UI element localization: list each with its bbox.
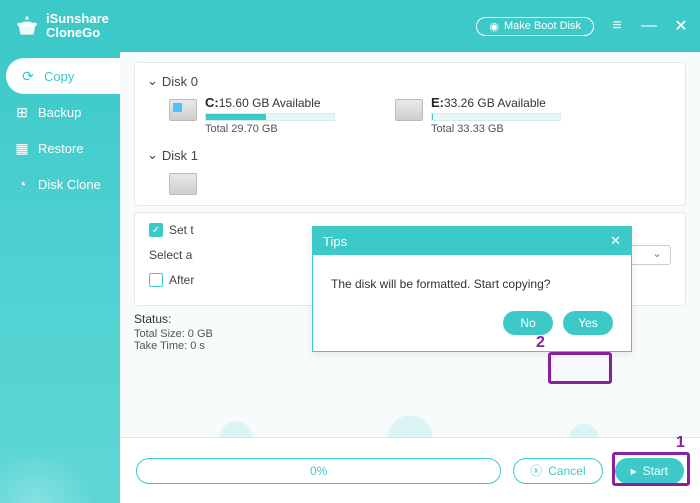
checkbox-after[interactable] — [149, 273, 163, 287]
set-label: Set t — [169, 223, 194, 237]
annotation-box-2 — [548, 352, 612, 384]
disk-list: ⌄ Disk 0 C:15.60 GB Available Total 29.7… — [134, 62, 686, 206]
dialog-close-icon[interactable]: ✕ — [610, 233, 621, 249]
select-label: Select a — [149, 248, 192, 262]
partition-c[interactable]: C:15.60 GB Available Total 29.70 GB — [169, 95, 335, 135]
progress-bar: 0% — [136, 458, 501, 484]
minimize-icon[interactable]: — — [640, 17, 658, 35]
titlebar: iSunshare CloneGo ◉ Make Boot Disk ≡ — ✕ — [0, 0, 700, 52]
make-boot-disk-button[interactable]: ◉ Make Boot Disk — [476, 17, 594, 36]
disk-icon: ◔ — [14, 176, 30, 192]
partition-e[interactable]: E:33.26 GB Available Total 33.33 GB — [395, 95, 561, 135]
dialog-yes-button[interactable]: Yes — [563, 311, 613, 335]
windows-drive-icon — [169, 99, 197, 121]
annotation-label-1: 1 — [676, 434, 685, 452]
sidebar-item-restore[interactable]: ▦ Restore — [0, 130, 120, 166]
annotation-label-2: 2 — [536, 334, 545, 352]
chevron-down-icon: ⌄ — [147, 73, 158, 89]
sidebar-item-backup[interactable]: ⊞ Backup — [0, 94, 120, 130]
drive-icon — [169, 173, 197, 195]
main-panel: ⌄ Disk 0 C:15.60 GB Available Total 29.7… — [120, 52, 700, 503]
logo-icon — [14, 13, 40, 39]
sidebar-item-label: Disk Clone — [38, 177, 101, 192]
chevron-down-icon: ⌄ — [147, 147, 158, 163]
menu-icon[interactable]: ≡ — [608, 17, 626, 35]
sidebar-item-copy[interactable]: ⟳ Copy — [6, 58, 120, 94]
app-name: iSunshare CloneGo — [46, 12, 109, 40]
annotation-box-1 — [612, 452, 690, 486]
dialog-message: The disk will be formatted. Start copyin… — [313, 255, 631, 297]
after-label: After — [169, 273, 194, 287]
sidebar-item-label: Copy — [44, 69, 74, 84]
checkbox-set[interactable]: ✓ — [149, 223, 163, 237]
sidebar-item-disk-clone[interactable]: ◔ Disk Clone — [0, 166, 120, 202]
disc-icon: ◉ — [489, 20, 499, 33]
plus-square-icon: ⊞ — [14, 104, 30, 120]
app-logo: iSunshare CloneGo — [14, 12, 109, 40]
close-icon[interactable]: ✕ — [672, 17, 690, 35]
drive-icon — [395, 99, 423, 121]
grid-icon: ▦ — [14, 140, 30, 156]
tips-dialog: Tips ✕ The disk will be formatted. Start… — [312, 226, 632, 352]
dialog-title: Tips — [323, 234, 347, 249]
cancel-button[interactable]: ⓧ Cancel — [513, 458, 602, 484]
cancel-icon: ⓧ — [530, 462, 542, 479]
partition-disk1[interactable] — [169, 169, 197, 195]
sidebar-item-label: Backup — [38, 105, 81, 120]
dialog-titlebar: Tips ✕ — [313, 227, 631, 255]
refresh-icon: ⟳ — [20, 68, 36, 84]
sidebar-item-label: Restore — [38, 141, 84, 156]
disk-0-header[interactable]: ⌄ Disk 0 — [147, 69, 673, 93]
sidebar: ⟳ Copy ⊞ Backup ▦ Restore ◔ Disk Clone — [0, 52, 120, 503]
dialog-no-button[interactable]: No — [503, 311, 553, 335]
disk-1-header[interactable]: ⌄ Disk 1 — [147, 143, 673, 167]
